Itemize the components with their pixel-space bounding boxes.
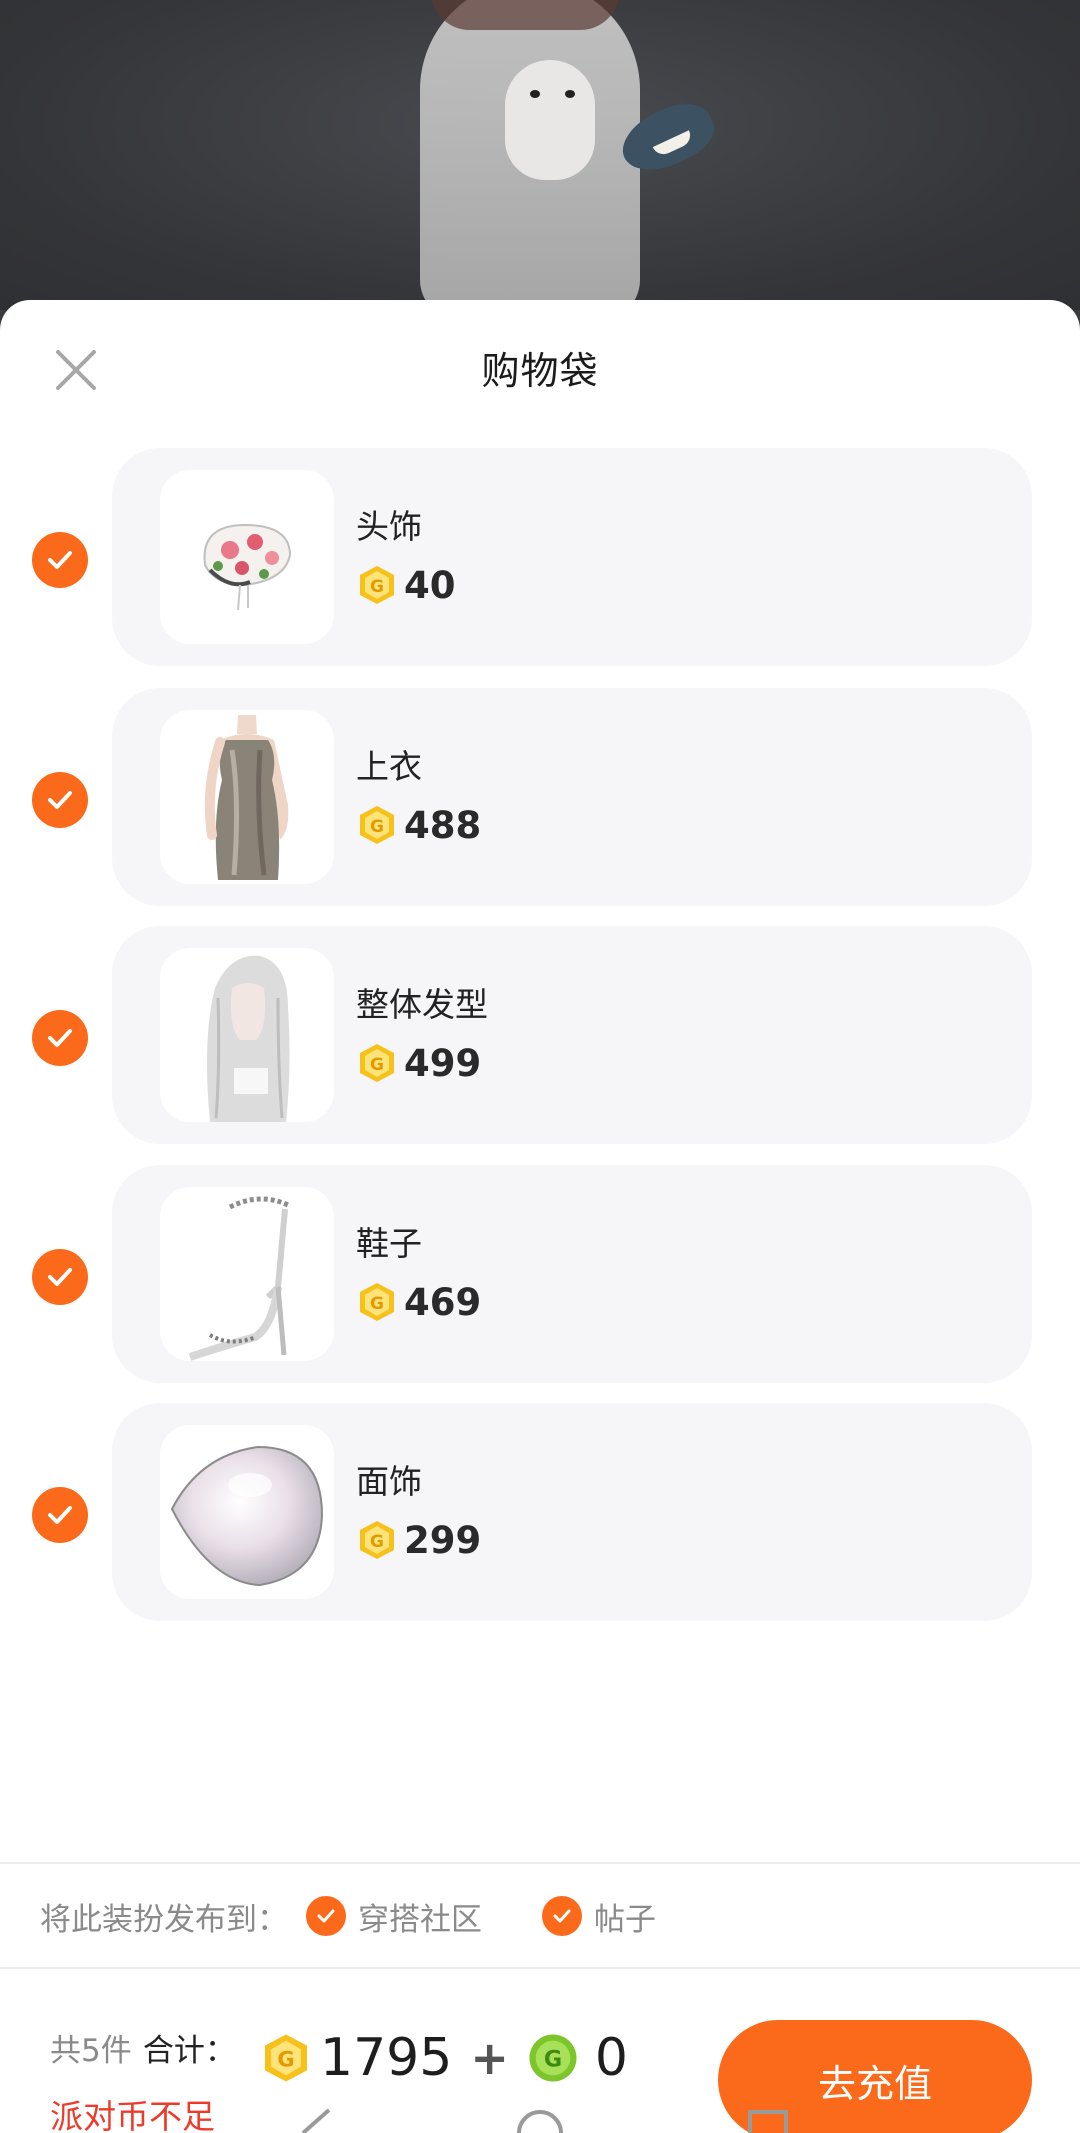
item-checkbox[interactable]: [32, 772, 88, 828]
party-coin-icon: G: [360, 566, 394, 604]
list-item: 头饰 G 40: [0, 448, 1080, 666]
item-name: 面饰: [356, 1462, 422, 1501]
list-item: 鞋子 G 469: [0, 1165, 1080, 1383]
check-icon: [48, 1268, 72, 1286]
avatar-headwear: [430, 0, 620, 30]
svg-text:G: G: [370, 1055, 384, 1075]
publish-option-label: 穿搭社区: [358, 1901, 482, 1938]
total-label: 合计：: [142, 2033, 236, 2069]
price-value: 469: [404, 1280, 482, 1324]
price-value: 299: [404, 1518, 482, 1562]
item-count-text: 共5件: [50, 2033, 132, 2069]
total-coins: 1795: [320, 2028, 453, 2088]
divider: [0, 1862, 1080, 1864]
list-item: 上衣 G 488: [0, 688, 1080, 906]
avatar-eye: [565, 90, 575, 98]
svg-text:G: G: [370, 817, 384, 837]
top-image: [160, 710, 334, 884]
item-name: 鞋子: [356, 1224, 422, 1263]
check-icon: [306, 1896, 346, 1936]
list-item: 整体发型 G 499: [0, 926, 1080, 1144]
item-checkbox[interactable]: [32, 1249, 88, 1305]
total-amount: G 1795 + G 0: [260, 2025, 628, 2091]
item-checkbox[interactable]: [32, 1010, 88, 1066]
green-coins: 0: [594, 2028, 628, 2088]
face-accessory-image: [160, 1425, 334, 1599]
avatar-preview: [0, 0, 1080, 310]
party-coin-icon: G: [360, 1521, 394, 1559]
check-icon: [48, 791, 72, 809]
item-name: 整体发型: [356, 985, 488, 1024]
publish-bar: 将此装扮发布到： 穿搭社区 帖子: [40, 1887, 716, 1945]
svg-text:G: G: [370, 1294, 384, 1314]
sheet-title: 购物袋: [481, 349, 599, 393]
item-card[interactable]: 上衣 G 488: [112, 688, 1032, 906]
party-coin-icon: G: [264, 2034, 308, 2082]
item-price: G 40: [356, 560, 456, 610]
avatar-face: [505, 60, 595, 180]
back-nav-icon[interactable]: [295, 2108, 335, 2133]
party-coin-icon: G: [360, 1044, 394, 1082]
party-coin-icon: G: [360, 1283, 394, 1321]
publish-label: 将此装扮发布到：: [40, 1901, 288, 1938]
plus-sign: +: [470, 2031, 509, 2085]
price-value: 499: [404, 1041, 482, 1085]
divider: [0, 1967, 1080, 1969]
item-name: 头饰: [356, 507, 422, 546]
item-count: 共5件 合计：: [50, 2025, 236, 2070]
green-coin-icon: G: [529, 2034, 577, 2082]
publish-option-label: 帖子: [594, 1901, 656, 1938]
avatar-eye: [530, 90, 540, 98]
publish-option-post[interactable]: 帖子: [542, 1894, 656, 1939]
item-price: G 299: [356, 1515, 481, 1565]
svg-text:G: G: [277, 2047, 294, 2072]
svg-text:G: G: [370, 1532, 384, 1552]
price-value: 488: [404, 803, 482, 847]
party-coin-icon: G: [360, 806, 394, 844]
price-value: 40: [404, 563, 456, 607]
check-icon: [48, 551, 72, 569]
item-price: G 469: [356, 1277, 481, 1327]
item-checkbox[interactable]: [32, 532, 88, 588]
shoes-image: [160, 1187, 334, 1361]
item-name: 上衣: [356, 747, 422, 786]
home-nav-icon[interactable]: [515, 2108, 565, 2133]
hairstyle-image: [160, 948, 334, 1122]
check-icon: [48, 1506, 72, 1524]
recents-nav-icon[interactable]: [746, 2108, 790, 2133]
item-checkbox[interactable]: [32, 1487, 88, 1543]
publish-option-community[interactable]: 穿搭社区: [306, 1894, 482, 1939]
insufficient-warning: 派对币不足: [50, 2097, 215, 2133]
item-card[interactable]: 鞋子 G 469: [112, 1165, 1032, 1383]
headwear-image: [160, 470, 334, 644]
check-icon: [542, 1896, 582, 1936]
item-card[interactable]: 整体发型 G 499: [112, 926, 1032, 1144]
svg-text:G: G: [544, 2047, 562, 2073]
item-card[interactable]: 头饰 G 40: [112, 448, 1032, 666]
item-card[interactable]: 面饰 G 299: [112, 1403, 1032, 1621]
list-item: 面饰 G 299: [0, 1403, 1080, 1621]
check-icon: [48, 1029, 72, 1047]
svg-text:G: G: [370, 577, 384, 597]
item-price: G 488: [356, 800, 481, 850]
item-price: G 499: [356, 1038, 481, 1088]
